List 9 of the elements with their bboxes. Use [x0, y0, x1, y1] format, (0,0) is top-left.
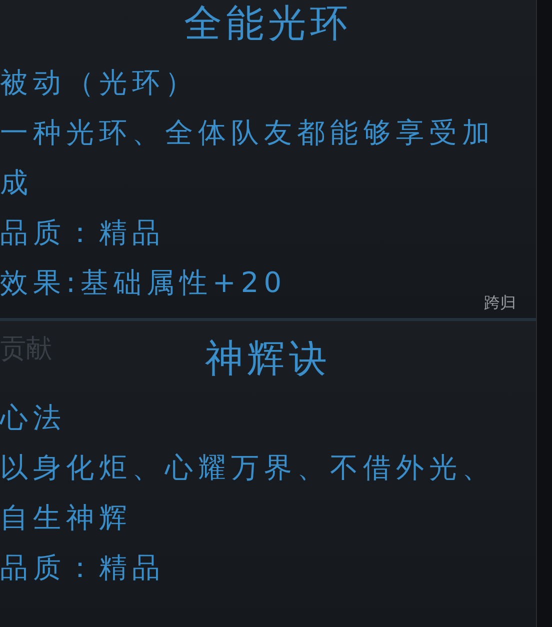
skill-description: 以身化炬、心耀万界、不借外光、自生神辉 — [0, 450, 496, 536]
corner-label: 跨归 — [484, 293, 516, 314]
quality-text: 品质：精品 — [0, 215, 165, 251]
skill-description: 一种光环、全体队友都能够享受加成 — [0, 115, 496, 201]
skill-type: 被动（光环） — [0, 65, 198, 101]
quality-text: 品质：精品 — [0, 550, 165, 586]
skill-title: 神辉诀 — [205, 335, 332, 381]
effect-text: 效果:基础属性+20 — [0, 265, 287, 301]
skill-title: 全能光环 — [184, 0, 352, 46]
